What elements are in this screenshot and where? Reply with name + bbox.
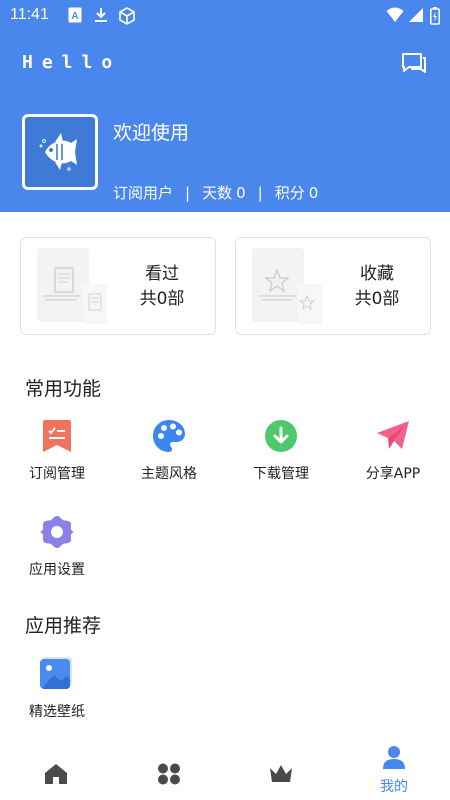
days-label: 天数	[202, 184, 233, 202]
signal-icon	[409, 8, 423, 22]
wallpaper-icon	[40, 657, 72, 689]
favorites-illustration-icon	[252, 248, 322, 324]
func-label: 下载管理	[253, 466, 309, 482]
common-functions-title: 常用功能	[25, 378, 102, 400]
func-download[interactable]: 下载管理	[226, 418, 336, 483]
status-bar: 11:41 A	[0, 0, 450, 32]
func-share[interactable]: 分享APP	[338, 418, 448, 483]
app-title: Hello	[22, 52, 122, 73]
nav-vip[interactable]	[225, 745, 337, 800]
user-stats: 订阅用户 | 天数 0 | 积分 0	[113, 182, 318, 203]
wifi-icon	[386, 7, 404, 22]
func-theme[interactable]: 主题风格	[114, 418, 224, 483]
bottom-nav: 我的	[0, 745, 450, 800]
func-label: 主题风格	[141, 466, 197, 482]
favorites-title: 收藏	[360, 264, 394, 284]
points-label: 积分	[274, 184, 305, 202]
history-card[interactable]: 看过 共0部	[20, 237, 216, 335]
profile-header: Hello 欢迎使用 订阅用户 | 天数 0 | 积分 0	[0, 32, 450, 212]
settings-icon	[40, 516, 74, 548]
history-title: 看过	[145, 264, 179, 284]
status-time: 11:41	[10, 6, 49, 23]
points-value: 0	[308, 183, 319, 202]
send-icon	[377, 421, 409, 449]
recommend-title: 应用推荐	[25, 615, 102, 637]
func-label: 精选壁纸	[29, 704, 85, 720]
func-label: 订阅管理	[29, 466, 85, 482]
download-icon	[265, 420, 297, 452]
func-subscription[interactable]: 订阅管理	[2, 418, 112, 483]
func-label: 应用设置	[29, 562, 85, 578]
cube-icon	[119, 7, 135, 25]
nav-mine[interactable]: 我的	[338, 745, 450, 800]
func-settings[interactable]: 应用设置	[2, 514, 112, 579]
history-illustration-icon	[37, 248, 107, 324]
avatar[interactable]	[22, 114, 98, 190]
crown-icon	[270, 765, 292, 782]
func-wallpaper[interactable]: 精选壁纸	[2, 656, 112, 721]
message-icon[interactable]	[400, 52, 426, 76]
fish-logo-icon	[39, 133, 77, 171]
download-status-icon	[95, 8, 107, 22]
user-icon	[383, 746, 405, 769]
home-icon	[45, 764, 67, 784]
subscription-icon	[43, 420, 71, 452]
divider: |	[257, 183, 263, 202]
nav-mine-label: 我的	[380, 779, 408, 795]
history-count: 共0部	[139, 289, 185, 309]
func-label: 分享APP	[365, 466, 421, 482]
user-type: 订阅用户	[113, 184, 174, 202]
apps-icon	[158, 763, 180, 785]
days-value: 0	[236, 183, 246, 202]
divider: |	[185, 183, 191, 202]
nav-apps[interactable]	[113, 745, 225, 800]
favorites-card[interactable]: 收藏 共0部	[235, 237, 431, 335]
text-a-icon: A	[68, 7, 82, 23]
svg-text:A: A	[71, 11, 78, 22]
favorites-count: 共0部	[354, 289, 400, 309]
nav-home[interactable]	[0, 745, 112, 800]
welcome-text: 欢迎使用	[113, 122, 190, 144]
palette-icon	[153, 420, 185, 452]
battery-icon	[430, 7, 440, 25]
